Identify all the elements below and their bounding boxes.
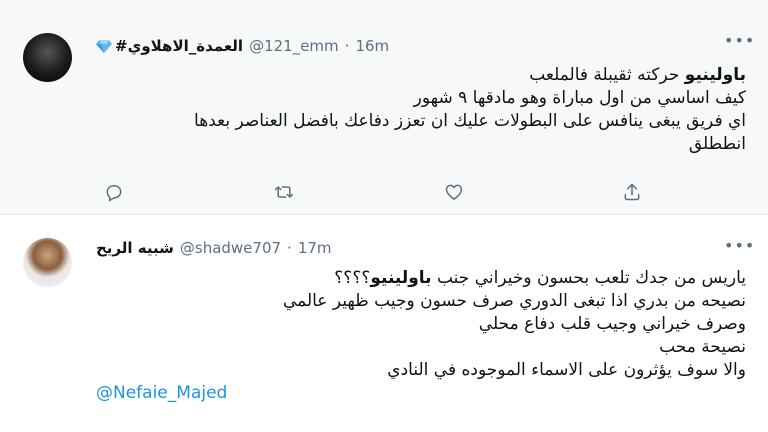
tweet-line-text: ياريس من جدك تلعب بحسون وخيراني جنب bbox=[431, 268, 746, 288]
reply-icon[interactable] bbox=[104, 182, 124, 202]
tweet-card-2[interactable]: شبيه الريح @shadwe707 · 17m ••• ياريس من… bbox=[0, 215, 768, 432]
handle[interactable]: @121_emm bbox=[249, 37, 339, 55]
tweet-line: كيف اساسي من اول مباراة وهو مادقها ٩ شهو… bbox=[413, 88, 746, 108]
bold-word: باولينيو bbox=[684, 65, 746, 85]
display-name[interactable]: #العمدة_الاهلاوي bbox=[115, 37, 243, 55]
separator-dot: · bbox=[344, 37, 350, 55]
tweet-line: اي فريق يبغى ينافس على البطولات عليك ان … bbox=[194, 111, 746, 131]
tweet-text: باولينيو حركته ثقيبلة فالملعب كيف اساسي … bbox=[96, 64, 746, 156]
diamond-emoji-icon bbox=[96, 40, 112, 53]
mention-link[interactable]: @Nefaie_Majed bbox=[96, 382, 746, 405]
display-name[interactable]: شبيه الريح bbox=[96, 239, 174, 257]
avatar[interactable] bbox=[23, 238, 72, 287]
tweet-line-text: حركته ثقيبلة فالملعب bbox=[529, 65, 685, 85]
tweet-line: انططلق bbox=[688, 134, 746, 154]
tweet-line: نصيحه من بدري اذا تبغى الدوري صرف حسون و… bbox=[282, 291, 746, 311]
like-icon[interactable] bbox=[444, 182, 464, 202]
tweet-line: باولينيو حركته ثقيبلة فالملعب bbox=[96, 64, 746, 87]
tweet-line-text: ؟؟؟؟ bbox=[334, 268, 371, 288]
bold-word: باولينيو bbox=[370, 268, 432, 288]
tweet-line: وصرف خيراني وجيب قلب دفاع محلي bbox=[478, 314, 746, 334]
handle[interactable]: @shadwe707 bbox=[180, 239, 281, 257]
tweet-line: والا سوف يؤثرون على الاسماء الموجوده في … bbox=[387, 360, 746, 380]
tweet-card-1[interactable]: #العمدة_الاهلاوي @121_emm · 16m ••• باول… bbox=[0, 0, 768, 215]
separator-dot: · bbox=[287, 239, 292, 257]
tweet-line: ياريس من جدك تلعب بحسون وخيراني جنب باول… bbox=[96, 267, 746, 290]
tweet-actions bbox=[96, 182, 656, 202]
tweet-header: شبيه الريح @shadwe707 · 17m bbox=[96, 237, 332, 259]
more-options-icon[interactable]: ••• bbox=[724, 238, 754, 255]
tweet-header: #العمدة_الاهلاوي @121_emm · 16m bbox=[96, 35, 389, 57]
timestamp[interactable]: 17m bbox=[298, 239, 332, 257]
timestamp[interactable]: 16m bbox=[355, 37, 389, 55]
more-options-icon[interactable]: ••• bbox=[724, 33, 754, 50]
retweet-icon[interactable] bbox=[274, 182, 294, 202]
avatar[interactable] bbox=[23, 33, 72, 82]
share-icon[interactable] bbox=[622, 182, 642, 202]
tweet-text: ياريس من جدك تلعب بحسون وخيراني جنب باول… bbox=[96, 267, 746, 405]
tweet-line: نصيحة محب bbox=[659, 337, 746, 357]
